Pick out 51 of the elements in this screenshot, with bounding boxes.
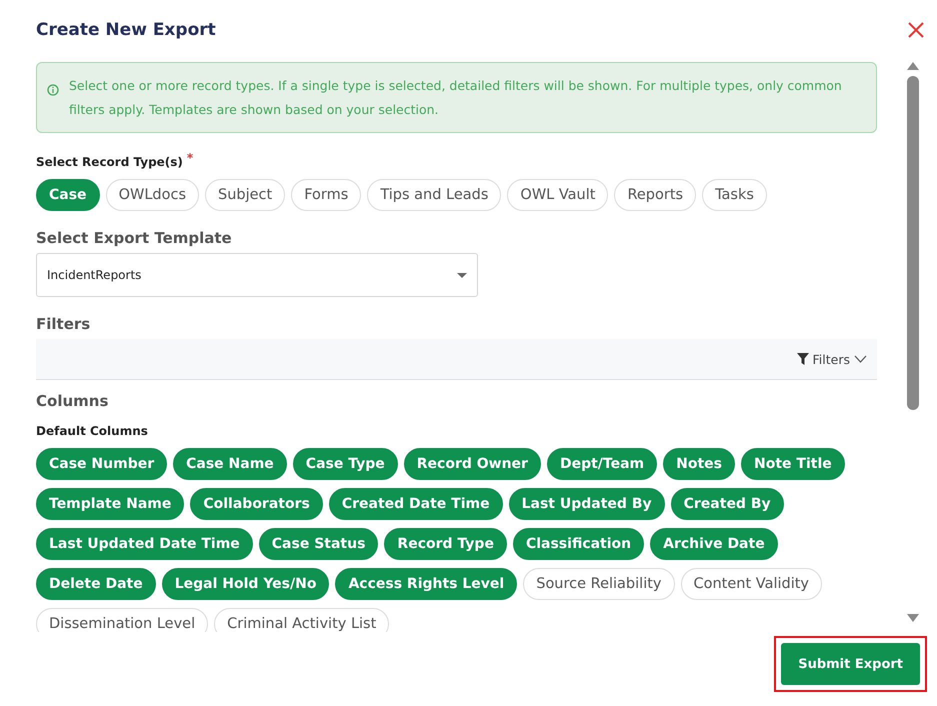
scroll-up-icon[interactable] <box>907 62 919 70</box>
column-chip[interactable]: Collaborators <box>190 488 323 520</box>
column-chip[interactable]: Case Name <box>173 448 287 480</box>
type-filter-chip[interactable]: Case <box>36 179 100 211</box>
column-chip[interactable]: Created Date Time <box>328 488 503 520</box>
type-filter-chip[interactable]: OWL Vault <box>507 179 608 211</box>
submit-export-button[interactable]: Submit Export <box>781 643 920 685</box>
column-chip[interactable]: Last Updated By <box>508 488 665 520</box>
column-chip[interactable]: Case Status <box>258 528 378 560</box>
caret-icon <box>457 272 467 278</box>
column-chip[interactable]: Template Name <box>36 488 184 520</box>
column-chip[interactable]: Record Owner <box>404 448 541 480</box>
section-heading: Columns <box>36 392 110 410</box>
type-filter-chip[interactable]: Forms <box>291 179 362 211</box>
field-label: Select Record Type(s) <box>36 155 183 169</box>
column-chip[interactable]: Archive Date <box>650 528 778 560</box>
scroll-down-icon[interactable] <box>907 614 919 622</box>
column-chip[interactable]: Case Type <box>292 448 398 480</box>
column-chip[interactable]: Classification <box>512 528 644 560</box>
column-chip[interactable]: Notes <box>663 448 735 480</box>
type-filter-chip[interactable]: Tips and Leads <box>367 179 502 211</box>
type-filter-chip[interactable]: Reports <box>614 179 696 211</box>
type-filter-chip[interactable]: OWLdocs <box>106 179 199 211</box>
scrollbar-thumb[interactable] <box>907 76 919 410</box>
type-filter-chip[interactable]: Tasks <box>702 179 767 211</box>
close-icon[interactable] <box>908 22 924 38</box>
funnel-icon <box>796 353 809 365</box>
column-chip[interactable]: Note Title <box>741 448 845 480</box>
template-dropdown[interactable]: IncidentReports <box>36 253 478 297</box>
column-chip[interactable]: Access Rights Level <box>335 568 518 600</box>
column-chip[interactable]: Criminal Activity List <box>214 608 390 632</box>
column-chip[interactable]: Last Updated Date Time <box>36 528 253 560</box>
subheading: Default Columns <box>36 424 149 438</box>
section-heading: Filters <box>36 315 92 333</box>
column-chip[interactable]: Record Type <box>384 528 507 560</box>
info-icon <box>47 84 59 96</box>
column-chip[interactable]: Case Number <box>36 448 168 480</box>
chevron-icon <box>854 355 867 363</box>
column-chip[interactable]: Legal Hold Yes/No <box>162 568 330 600</box>
column-chip[interactable]: Delete Date <box>36 568 156 600</box>
field-label: Select Export Template <box>36 229 233 247</box>
dialog-title: Create New Export <box>36 20 216 40</box>
required-mark: * <box>186 151 194 165</box>
info-text: Select one or more record types. If a single type is selected, detailed filters will be shown. For multiple types, only common filters apply. Templates are shown based on your selection. <box>69 77 843 119</box>
column-chip[interactable]: Created By <box>670 488 784 520</box>
column-chip[interactable]: Source Reliability <box>523 568 674 600</box>
filters-toggle[interactable]: Filters <box>796 352 867 366</box>
type-filter-chip[interactable]: Subject <box>205 179 286 211</box>
column-chip[interactable]: Dissemination Level <box>36 608 208 632</box>
column-chip[interactable]: Dept/Team <box>546 448 658 480</box>
column-chip[interactable]: Content Validity <box>680 568 822 600</box>
